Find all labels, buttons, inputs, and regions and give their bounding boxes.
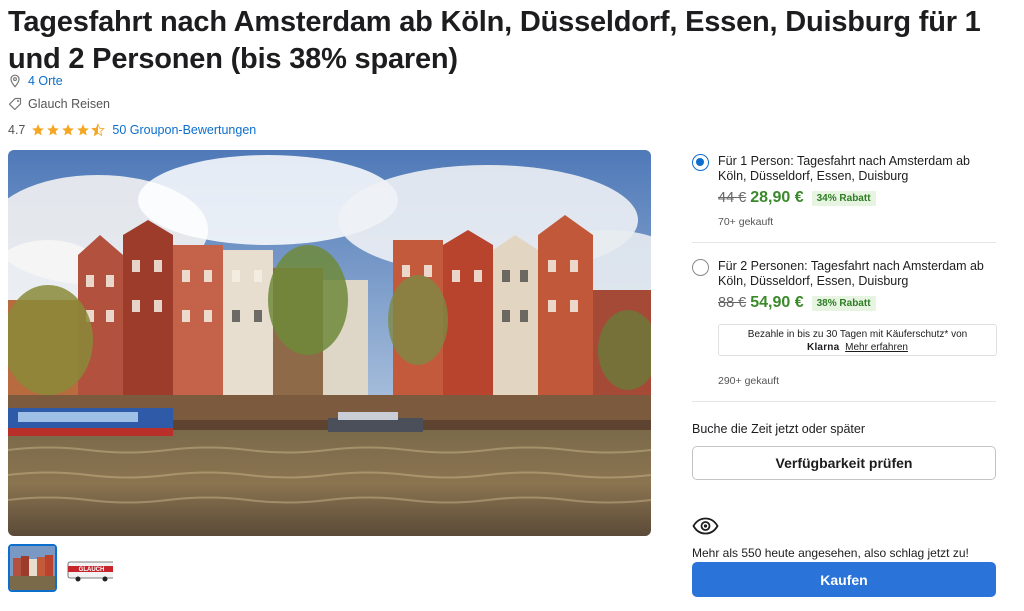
star-icon bbox=[47, 124, 60, 136]
option-title: Für 2 Personen: Tagesfahrt nach Amsterda… bbox=[718, 259, 984, 288]
star-icon bbox=[77, 124, 90, 136]
discount-badge: 34% Rabatt bbox=[811, 190, 876, 206]
map-pin-icon bbox=[8, 74, 22, 88]
klarna-logo: Klarna bbox=[807, 342, 840, 353]
sold-count: 70+ gekauft bbox=[718, 216, 774, 228]
klarna-more-link[interactable]: Mehr erfahren bbox=[845, 342, 908, 353]
check-availability-button[interactable]: Verfügbarkeit prüfen bbox=[692, 446, 996, 480]
hero-image[interactable] bbox=[8, 150, 651, 536]
tag-icon bbox=[8, 97, 22, 111]
discount-badge: 38% Rabatt bbox=[811, 295, 876, 311]
divider bbox=[692, 242, 996, 243]
booking-label: Buche die Zeit jetzt oder später bbox=[692, 422, 866, 436]
rating-value: 4.7 bbox=[8, 123, 26, 137]
thumbnail-bus[interactable]: GLAUCH bbox=[64, 548, 115, 588]
klarna-text: Bezahle in bis zu 30 Tagen mit Käufersch… bbox=[747, 329, 968, 340]
thumbnail-strip: GLAUCH bbox=[8, 544, 115, 592]
thumbnail-canal[interactable] bbox=[8, 544, 57, 592]
eye-icon bbox=[692, 517, 719, 535]
klarna-info-box: Bezahle in bis zu 30 Tagen mit Käufersch… bbox=[718, 324, 997, 356]
new-price: 28,90 € bbox=[750, 189, 804, 206]
option-1-radio[interactable] bbox=[692, 154, 709, 171]
merchant-row: Glauch Reisen bbox=[8, 97, 110, 111]
star-rating bbox=[31, 123, 106, 137]
option-1-price-row: 44 € 28,90 € 34% Rabatt bbox=[718, 189, 876, 207]
star-icon bbox=[32, 124, 45, 136]
locations-row: 4 Orte bbox=[8, 74, 63, 88]
sold-count: 290+ gekauft bbox=[718, 375, 780, 387]
buy-button[interactable]: Kaufen bbox=[692, 562, 996, 597]
option-2-radio[interactable] bbox=[692, 259, 709, 276]
star-half-icon bbox=[91, 123, 106, 137]
new-price: 54,90 € bbox=[750, 294, 804, 311]
rating-row: 4.7 50 Groupon-Bewertungen bbox=[8, 123, 256, 137]
divider bbox=[692, 401, 996, 402]
reviews-link[interactable]: 50 Groupon-Bewertungen bbox=[112, 123, 256, 137]
locations-link[interactable]: 4 Orte bbox=[28, 74, 63, 88]
old-price: 44 € bbox=[718, 190, 747, 206]
views-notice: Mehr als 550 heute angesehen, also schla… bbox=[692, 546, 969, 560]
option-title: Für 1 Person: Tagesfahrt nach Amsterdam … bbox=[718, 154, 970, 183]
bus-brand-text: GLAUCH bbox=[79, 567, 105, 573]
merchant-name: Glauch Reisen bbox=[28, 97, 110, 111]
option-2-price-row: 88 € 54,90 € 38% Rabatt bbox=[718, 294, 876, 312]
deal-title: Tagesfahrt nach Amsterdam ab Köln, Düsse… bbox=[8, 6, 981, 75]
old-price: 88 € bbox=[718, 295, 747, 311]
star-icon bbox=[62, 124, 75, 136]
